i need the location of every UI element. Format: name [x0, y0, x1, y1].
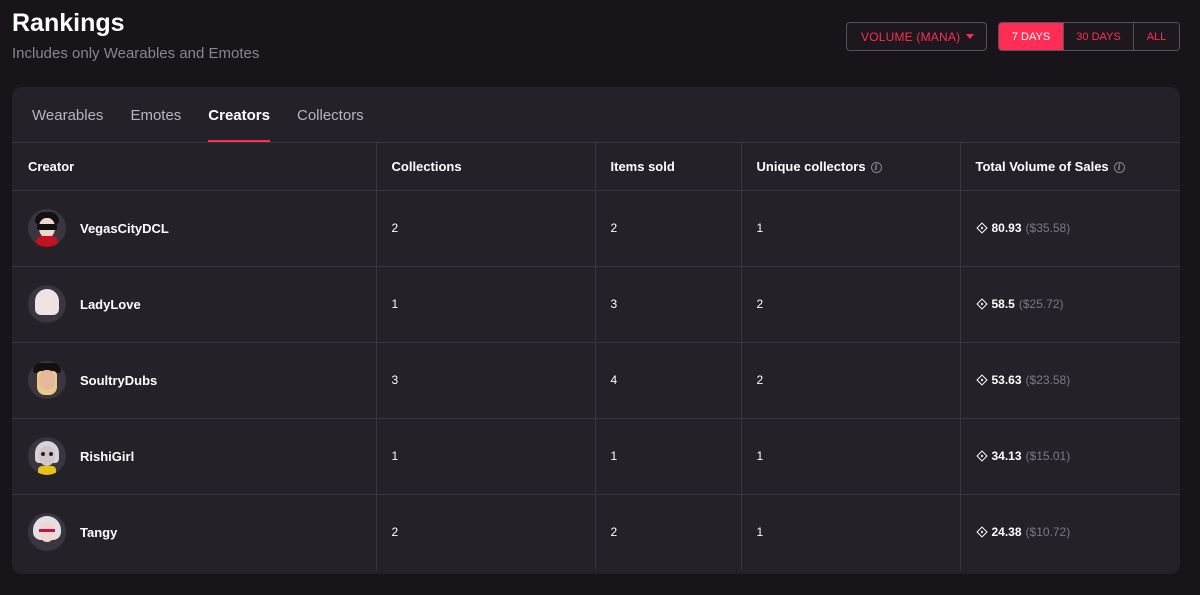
collections-cell: 2 — [376, 494, 596, 570]
table-header-row: Creator Collections Items sold Unique co… — [12, 143, 1180, 191]
unique-collectors-cell: 1 — [741, 190, 961, 267]
volume-usd: ($35.58) — [1025, 221, 1071, 235]
range-7-days-button[interactable]: 7 DAYS — [999, 23, 1063, 50]
creators-table: Creator Collections Items sold Unique co… — [12, 143, 1180, 570]
volume-mana: 24.38 — [991, 525, 1022, 540]
column-label: Items sold — [610, 158, 675, 174]
range-all-button[interactable]: ALL — [1133, 23, 1179, 50]
items-sold-cell: 3 — [595, 266, 742, 343]
mana-icon — [975, 526, 988, 538]
creator-cell: SoultryDubs — [12, 342, 377, 419]
avatar — [28, 209, 66, 247]
items-sold-cell: 1 — [595, 418, 742, 495]
creator-cell: LadyLove — [12, 266, 377, 343]
creator-cell: RishiGirl — [12, 418, 377, 495]
creator[interactable]: Tangy — [28, 513, 376, 552]
rankings-tabs: Wearables Emotes Creators Collectors — [12, 87, 1180, 143]
creator[interactable]: RishiGirl — [28, 437, 376, 475]
column-header-total-volume: Total Volume of Sales i — [960, 143, 1180, 191]
table-row[interactable]: RishiGirl 1 1 1 34.13 ($15.01) — [12, 418, 1180, 495]
creator-name: Tangy — [80, 524, 118, 540]
unique-collectors-cell: 2 — [741, 342, 961, 419]
collections-cell: 2 — [376, 190, 596, 267]
avatar — [28, 513, 66, 552]
tab-wearables[interactable]: Wearables — [32, 107, 103, 142]
caret-down-icon — [966, 34, 974, 39]
creator[interactable]: VegasCityDCL — [28, 209, 376, 247]
column-header-creator: Creator — [12, 143, 377, 191]
creator-name: LadyLove — [80, 296, 141, 312]
info-icon[interactable]: i — [870, 161, 882, 173]
volume-cell: 80.93 ($35.58) — [960, 190, 1180, 267]
page-header: Rankings Includes only Wearables and Emo… — [12, 8, 1188, 78]
volume-usd: ($23.58) — [1025, 373, 1071, 387]
rankings-card: Wearables Emotes Creators Collectors Cre… — [12, 87, 1180, 574]
column-header-items-sold: Items sold — [595, 143, 742, 191]
creator-cell: Tangy — [12, 494, 377, 570]
sort-by-value: VOLUME (MANA) — [861, 29, 961, 44]
volume-mana: 34.13 — [991, 449, 1022, 463]
table-row[interactable]: SoultryDubs 3 4 2 53.63 ($23.58) — [12, 342, 1180, 419]
time-range-toggle: 7 DAYS 30 DAYS ALL — [998, 22, 1180, 51]
unique-collectors-cell: 2 — [741, 266, 961, 343]
sort-by-select[interactable]: VOLUME (MANA) — [846, 22, 987, 51]
column-label: Unique collectors — [756, 158, 866, 174]
table-row[interactable]: VegasCityDCL 2 2 1 80.93 ($35.58) — [12, 190, 1180, 267]
creator-cell: VegasCityDCL — [12, 190, 377, 267]
ranking-controls: VOLUME (MANA) 7 DAYS 30 DAYS ALL — [846, 22, 1180, 51]
tab-emotes[interactable]: Emotes — [130, 107, 181, 142]
items-sold-cell: 4 — [595, 342, 742, 419]
column-label: Collections — [391, 158, 462, 174]
avatar — [28, 285, 66, 323]
unique-collectors-cell: 1 — [741, 494, 961, 570]
mana-icon — [975, 298, 988, 310]
creator-name: VegasCityDCL — [80, 220, 169, 236]
collections-cell: 1 — [376, 418, 596, 495]
mana-icon — [975, 222, 988, 234]
volume-usd: ($15.01) — [1025, 449, 1071, 463]
mana-icon — [975, 374, 988, 386]
info-icon[interactable]: i — [1113, 161, 1125, 173]
table-row[interactable]: LadyLove 1 3 2 58.5 ($25.72) — [12, 266, 1180, 343]
volume-usd: ($25.72) — [1018, 297, 1064, 311]
volume-mana: 58.5 — [991, 297, 1015, 311]
volume-cell: 58.5 ($25.72) — [960, 266, 1180, 343]
unique-collectors-cell: 1 — [741, 418, 961, 495]
creator-name: SoultryDubs — [80, 372, 158, 388]
volume-cell: 24.38 ($10.72) — [960, 494, 1180, 570]
column-label: Total Volume of Sales — [975, 158, 1109, 174]
avatar — [28, 361, 66, 399]
collections-cell: 3 — [376, 342, 596, 419]
column-header-collections: Collections — [376, 143, 596, 191]
range-30-days-button[interactable]: 30 DAYS — [1063, 23, 1133, 50]
items-sold-cell: 2 — [595, 494, 742, 570]
tab-collectors[interactable]: Collectors — [297, 107, 364, 142]
column-label: Creator — [28, 158, 75, 174]
volume-cell: 53.63 ($23.58) — [960, 342, 1180, 419]
collections-cell: 1 — [376, 266, 596, 343]
creator-name: RishiGirl — [80, 448, 135, 464]
table-row[interactable]: Tangy 2 2 1 24.38 ($10.72) — [12, 494, 1180, 570]
volume-mana: 80.93 — [991, 221, 1022, 235]
items-sold-cell: 2 — [595, 190, 742, 267]
volume-mana: 53.63 — [991, 373, 1022, 387]
creator[interactable]: SoultryDubs — [28, 361, 376, 399]
tab-creators[interactable]: Creators — [208, 107, 270, 142]
volume-usd: ($10.72) — [1025, 525, 1071, 540]
creator[interactable]: LadyLove — [28, 285, 376, 323]
avatar — [28, 437, 66, 475]
volume-cell: 34.13 ($15.01) — [960, 418, 1180, 495]
column-header-unique-collectors: Unique collectors i — [741, 143, 961, 191]
mana-icon — [975, 450, 988, 462]
